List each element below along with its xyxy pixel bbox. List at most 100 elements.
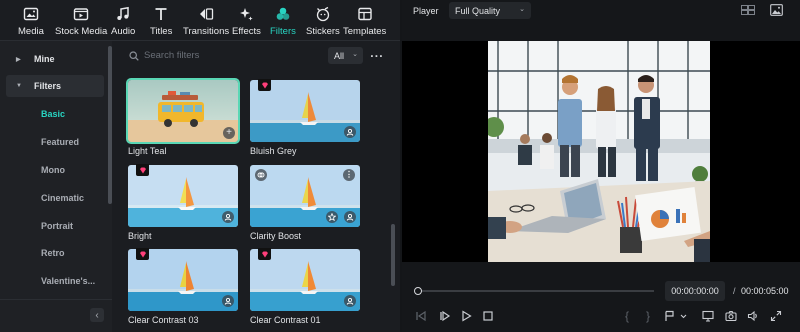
car-thumbnail-image: [128, 80, 238, 142]
toolbar-effects[interactable]: Effects: [232, 6, 261, 38]
time-separator: /: [733, 286, 736, 296]
camera-icon: [725, 311, 737, 322]
chevron-right-icon: ▶: [16, 56, 21, 63]
timeline-scrubber-handle[interactable]: [414, 287, 422, 295]
toolbar-stock-media[interactable]: Stock Media: [55, 6, 107, 38]
toolbar-media[interactable]: Media: [18, 6, 44, 38]
filter-card-clear-contrast-03[interactable]: Clear Contrast 03: [128, 248, 238, 325]
transitions-icon: [200, 8, 214, 20]
skip-back-icon: [416, 310, 426, 322]
link-icon: [257, 172, 265, 178]
filter-card-clarity-boost[interactable]: ⋮ Clarity Boost: [250, 165, 360, 241]
toolbar-audio-label: Audio: [111, 26, 136, 37]
filter-card-bluish-grey[interactable]: Bluish Grey: [250, 79, 360, 156]
mark-in-button[interactable]: {: [620, 309, 634, 323]
snapshot-button[interactable]: [724, 309, 738, 323]
category-filters-label: Filters: [34, 81, 62, 91]
stop-button[interactable]: [481, 309, 495, 323]
chevron-down-icon: ⌄: [352, 51, 358, 58]
content-scrollbar[interactable]: [391, 224, 395, 286]
speaker-icon: [747, 310, 757, 322]
user-badge-icon: [346, 297, 354, 305]
search-input[interactable]: [144, 47, 324, 64]
play-button[interactable]: [459, 309, 473, 323]
collapse-sidebar-button[interactable]: ‹: [90, 308, 104, 322]
compare-button[interactable]: [255, 169, 267, 181]
user-badge-icon: [346, 213, 354, 221]
download-button[interactable]: [344, 295, 356, 307]
download-button[interactable]: [344, 211, 356, 223]
toolbar-audio[interactable]: Audio: [111, 6, 135, 38]
marker-dropdown-button[interactable]: [664, 309, 688, 323]
bracket-right-icon: }: [645, 309, 650, 323]
step-forward-button[interactable]: [438, 309, 452, 323]
previous-frame-button[interactable]: [414, 309, 428, 323]
diamond-icon: [139, 167, 146, 173]
quality-value: Full Quality: [455, 5, 501, 16]
subcategory-featured[interactable]: Featured: [41, 137, 79, 147]
category-mine[interactable]: ▶ Mine: [6, 48, 104, 70]
toolbar-filters[interactable]: Filters: [270, 6, 296, 38]
subcategory-retro[interactable]: Retro: [41, 248, 65, 258]
toolbar-stickers[interactable]: Stickers: [306, 6, 340, 38]
user-badge-icon: [224, 297, 232, 305]
toolbar-transitions[interactable]: Transitions: [183, 6, 229, 38]
premium-badge: [258, 79, 271, 91]
toolbar-templates[interactable]: Templates: [343, 6, 386, 38]
chevron-left-icon: ‹: [95, 309, 99, 321]
total-time-display: 00:00:05:00: [741, 286, 789, 296]
filter-card-bright[interactable]: Bright: [128, 164, 238, 241]
subcategory-portrait[interactable]: Portrait: [41, 221, 73, 231]
toolbar-titles-label: Titles: [150, 26, 173, 37]
toolbar-stock-media-label: Stock Media: [55, 26, 108, 37]
download-button[interactable]: [222, 295, 234, 307]
snapshot-image-icon[interactable]: [770, 4, 783, 16]
toolbar-titles[interactable]: Titles: [150, 6, 172, 38]
filters-content: All ⌄ ···: [112, 41, 400, 332]
volume-button[interactable]: [746, 309, 760, 323]
mark-out-button[interactable]: }: [641, 309, 655, 323]
stock-media-icon: [73, 8, 89, 21]
premium-badge: [136, 248, 149, 260]
filter-scope-select[interactable]: All ⌄: [328, 47, 363, 64]
playback-controls: 00:00:00:00 / 00:00:05:00 { }: [402, 262, 800, 332]
templates-icon: [357, 7, 372, 21]
filter-scope-value: All: [334, 50, 345, 61]
quality-select[interactable]: Full Quality ⌄: [449, 2, 531, 19]
more-options-button[interactable]: ···: [370, 47, 384, 64]
chevron-down-icon: ▼: [16, 83, 22, 89]
user-badge-icon: [346, 128, 354, 136]
chevron-down-icon: ⌄: [519, 6, 525, 13]
filter-card-clear-contrast-01[interactable]: Clear Contrast 01: [250, 248, 360, 325]
grid-view-icon[interactable]: [741, 5, 755, 15]
diamond-icon: [139, 251, 146, 257]
favorite-button[interactable]: [326, 211, 338, 223]
add-filter-button[interactable]: +: [223, 127, 235, 139]
category-filters[interactable]: ▼ Filters: [6, 75, 104, 97]
user-badge-icon: [224, 213, 232, 221]
timeline-scrubber-track[interactable]: [418, 290, 654, 292]
subcategory-basic[interactable]: Basic: [41, 109, 65, 119]
video-preview[interactable]: [402, 41, 800, 262]
play-frame-icon: [440, 310, 451, 322]
fullscreen-button[interactable]: [769, 309, 783, 323]
display-settings-button[interactable]: [701, 309, 715, 323]
office-meeting-preview-image: [488, 41, 710, 262]
filter-name: Clarity Boost: [250, 231, 302, 241]
toolbar-effects-label: Effects: [232, 26, 261, 37]
bracket-left-icon: {: [624, 309, 629, 323]
stop-icon: [483, 311, 493, 321]
download-button[interactable]: [344, 126, 356, 138]
current-time-display[interactable]: 00:00:00:00: [665, 281, 725, 301]
download-button[interactable]: [222, 211, 234, 223]
play-icon: [462, 310, 472, 322]
filters-sidebar: ▶ Mine ▼ Filters Basic Featured Mono Cin…: [0, 41, 112, 332]
filter-card-light-teal[interactable]: + Light Teal: [126, 78, 240, 156]
subcategory-cinematic[interactable]: Cinematic: [41, 193, 84, 203]
subcategory-valentines[interactable]: Valentine's...: [41, 276, 95, 286]
filter-thumbnail: +: [126, 78, 240, 144]
stickers-icon: [316, 6, 330, 22]
filter-options-button[interactable]: ⋮: [343, 169, 355, 181]
toolbar-templates-label: Templates: [343, 26, 387, 37]
subcategory-mono[interactable]: Mono: [41, 165, 65, 175]
